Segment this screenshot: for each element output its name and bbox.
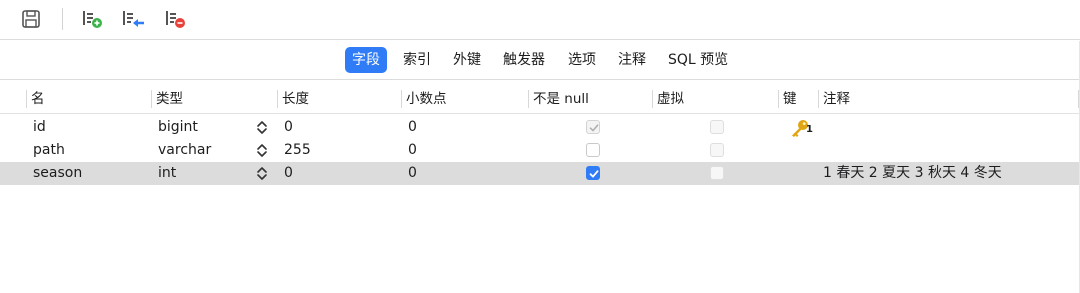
delete-field-icon <box>166 11 185 28</box>
field-table-header: 名 类型 长度 小数点 不是 null 虚拟 键 注释 <box>0 84 1080 114</box>
field-length-cell[interactable]: 0 <box>284 162 293 185</box>
field-name-cell[interactable]: path <box>33 139 65 162</box>
column-divider[interactable] <box>401 90 402 108</box>
table-row[interactable]: path varchar 255 0 <box>0 139 1080 162</box>
tab-foreign-keys[interactable]: 外键 <box>446 47 488 73</box>
column-header-name[interactable]: 名 <box>31 84 45 114</box>
column-header-not-null[interactable]: 不是 null <box>533 84 589 114</box>
not-null-checkbox[interactable] <box>586 166 600 180</box>
checkmark-icon <box>589 124 599 132</box>
insert-field-icon <box>123 11 144 27</box>
column-divider[interactable] <box>652 90 653 108</box>
table-row[interactable]: id bigint 0 0 1 <box>0 116 1080 139</box>
not-null-checkbox[interactable] <box>586 120 600 134</box>
column-header-decimals[interactable]: 小数点 <box>406 84 447 114</box>
tab-sql-preview[interactable]: SQL 预览 <box>661 47 735 73</box>
column-divider[interactable] <box>818 90 819 108</box>
column-header-virtual[interactable]: 虚拟 <box>657 84 684 114</box>
virtual-checkbox[interactable] <box>710 143 724 157</box>
key-order-label: 1 <box>806 124 813 135</box>
add-field-icon <box>83 11 102 28</box>
column-divider[interactable] <box>778 90 779 108</box>
field-name-cell[interactable]: id <box>33 116 46 139</box>
field-length-cell[interactable]: 0 <box>284 116 293 139</box>
table-row-selected[interactable]: season int 0 0 1 春天 2 夏天 3 秋天 4 冬天 <box>0 162 1080 185</box>
toolbar <box>0 0 1080 40</box>
save-button[interactable] <box>18 7 44 31</box>
save-icon <box>22 10 40 28</box>
insert-field-button[interactable] <box>120 7 146 31</box>
field-comment-cell[interactable]: 1 春天 2 夏天 3 秋天 4 冬天 <box>823 162 1002 185</box>
field-decimals-cell[interactable]: 0 <box>408 162 417 185</box>
column-header-key[interactable]: 键 <box>783 84 797 114</box>
field-decimals-cell[interactable]: 0 <box>408 139 417 162</box>
column-divider[interactable] <box>151 90 152 108</box>
delete-field-button[interactable] <box>162 7 188 31</box>
field-length-cell[interactable]: 255 <box>284 139 311 162</box>
toolbar-separator <box>62 8 63 30</box>
field-name-cell[interactable]: season <box>33 162 82 185</box>
type-stepper-icon[interactable] <box>256 166 268 181</box>
column-header-type[interactable]: 类型 <box>156 84 183 114</box>
tab-bar: 字段 索引 外键 触发器 选项 注释 SQL 预览 <box>0 41 1080 80</box>
column-divider[interactable] <box>26 90 27 108</box>
virtual-checkbox[interactable] <box>710 120 724 134</box>
not-null-checkbox[interactable] <box>586 143 600 157</box>
field-type-cell[interactable]: varchar <box>158 139 211 162</box>
column-divider[interactable] <box>528 90 529 108</box>
field-type-cell[interactable]: bigint <box>158 116 198 139</box>
type-stepper-icon[interactable] <box>256 120 268 135</box>
tab-comment[interactable]: 注释 <box>611 47 653 73</box>
add-field-button[interactable] <box>79 7 105 31</box>
tab-indexes[interactable]: 索引 <box>396 47 438 73</box>
column-header-length[interactable]: 长度 <box>282 84 309 114</box>
virtual-checkbox[interactable] <box>710 166 724 180</box>
field-decimals-cell[interactable]: 0 <box>408 116 417 139</box>
column-divider[interactable] <box>277 90 278 108</box>
field-type-cell[interactable]: int <box>158 162 176 185</box>
tab-triggers[interactable]: 触发器 <box>496 47 552 73</box>
tab-fields[interactable]: 字段 <box>345 47 387 73</box>
tab-options[interactable]: 选项 <box>561 47 603 73</box>
column-header-comment[interactable]: 注释 <box>823 84 850 114</box>
type-stepper-icon[interactable] <box>256 143 268 158</box>
checkmark-icon <box>589 170 599 178</box>
